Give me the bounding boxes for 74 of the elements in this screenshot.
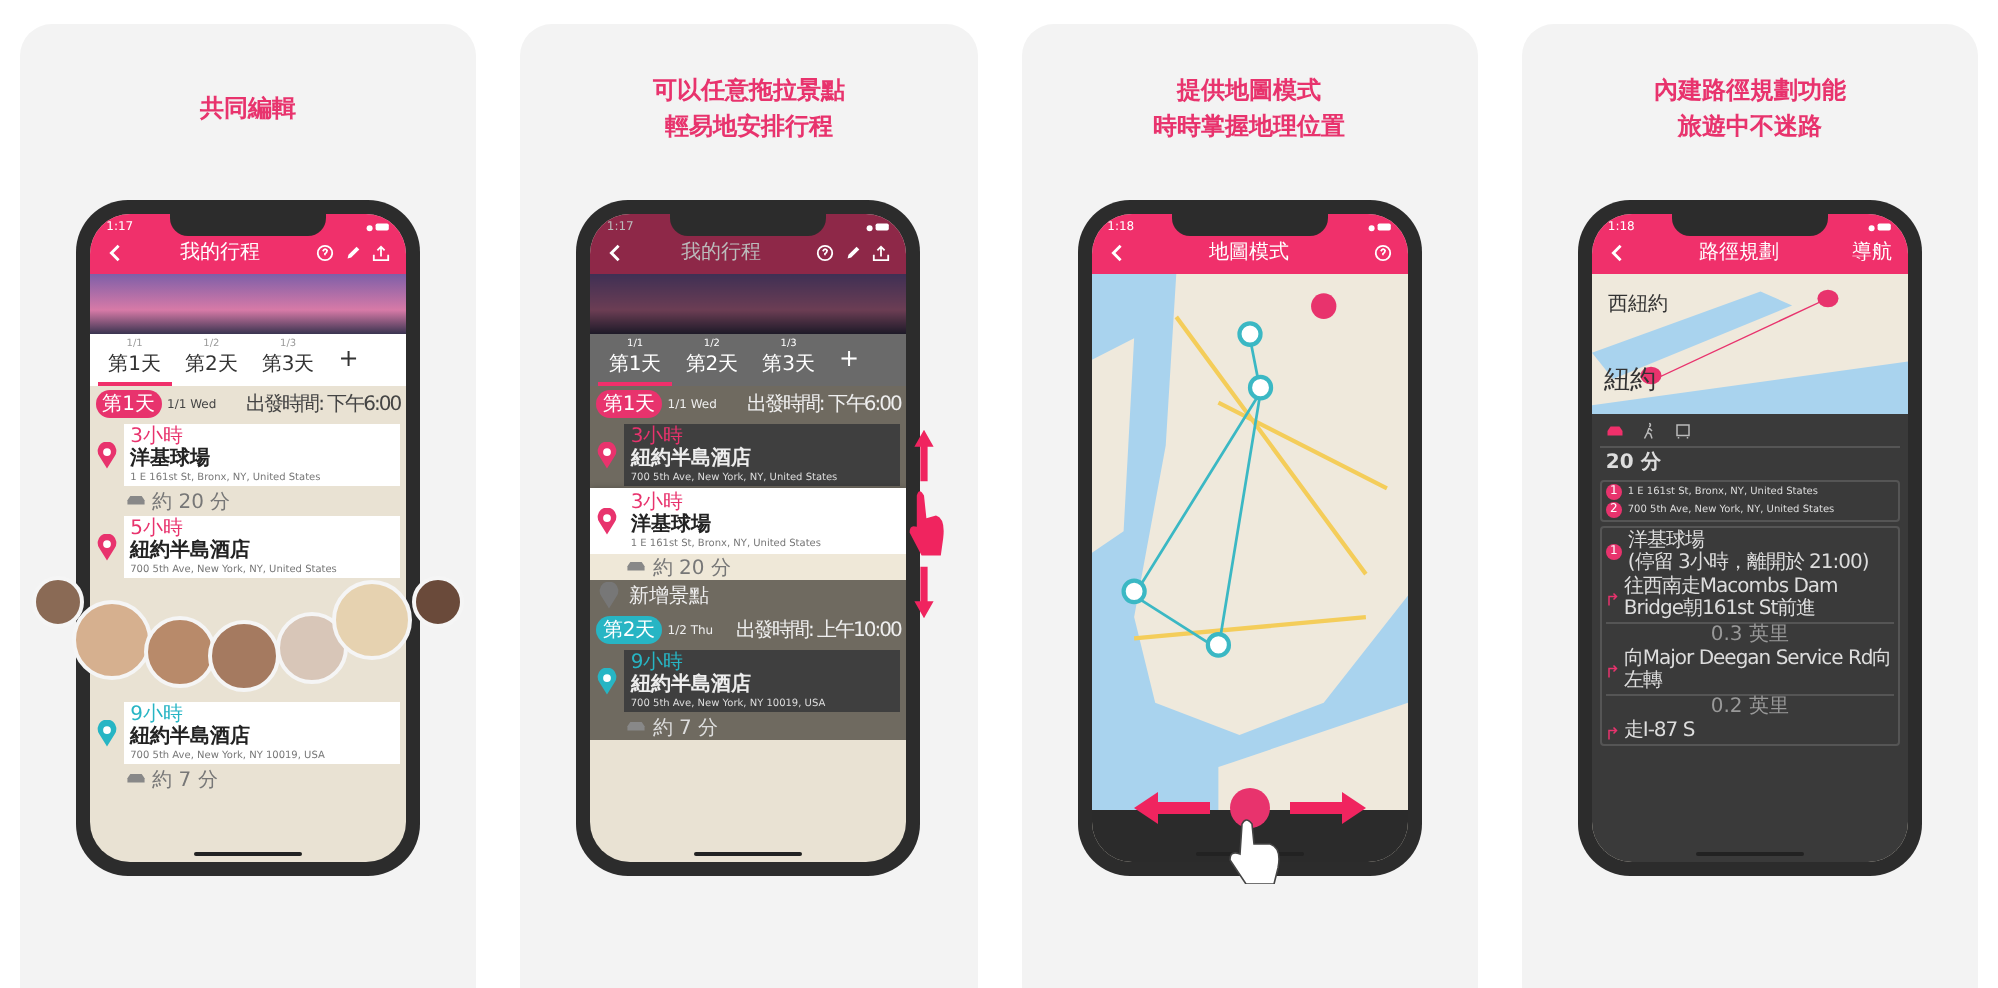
turn-arrow-icon <box>1605 590 1618 606</box>
day-badge: 第2天 <box>596 616 662 644</box>
home-indicator <box>194 852 303 856</box>
add-pin-icon <box>598 582 621 610</box>
step-distance: 0.2 英里 <box>1605 694 1894 718</box>
place-name: 紐約半島酒店 <box>630 674 753 698</box>
stay-note: (停留 3小時，離開於 21:00) <box>1627 552 1869 574</box>
home-indicator <box>694 852 803 856</box>
stay-duration: 9小時 <box>630 652 684 674</box>
travel-time: 約 7 分 <box>652 715 719 741</box>
add-day-button[interactable]: + <box>328 344 369 380</box>
stay-duration: 3小時 <box>130 426 183 448</box>
add-day-button[interactable]: + <box>829 344 870 380</box>
screen-title: 地圖模式 <box>1207 239 1292 266</box>
battery-icon <box>1867 222 1892 232</box>
car-icon <box>626 560 647 574</box>
walking-icon[interactable] <box>1639 422 1658 440</box>
day-badge: 第1天 <box>96 390 161 418</box>
departure-time: 出發時間: 下午6:00 <box>746 391 901 418</box>
caption: 旅遊中不迷路 <box>1677 110 1822 144</box>
stay-duration: 5小時 <box>130 518 183 540</box>
day-badge: 第1天 <box>596 390 662 418</box>
turn-arrow-icon <box>1605 723 1618 739</box>
place-name: 紐約半島酒店 <box>130 726 253 750</box>
caption: 內建路徑規劃功能 <box>1653 74 1846 108</box>
back-icon[interactable] <box>1107 243 1126 261</box>
car-icon <box>626 720 647 734</box>
departure-time: 出發時間: 上午10:00 <box>736 617 901 644</box>
help-icon[interactable] <box>316 243 335 261</box>
caption: 提供地圖模式 <box>1177 74 1322 108</box>
car-icon <box>126 772 147 786</box>
back-icon[interactable] <box>606 243 625 261</box>
travel-time: 約 20 分 <box>652 555 731 581</box>
stay-duration: 9小時 <box>130 704 183 726</box>
bus-icon[interactable] <box>1673 422 1692 440</box>
turn-arrow-icon <box>1605 662 1618 678</box>
help-icon[interactable] <box>816 243 835 261</box>
battery-icon <box>1367 222 1392 232</box>
screen-title: 我的行程 <box>678 239 763 266</box>
direction-step: 走I-87 S <box>1623 720 1695 742</box>
place-name: 紐約半島酒店 <box>630 448 753 472</box>
step-distance: 0.3 英里 <box>1605 622 1894 646</box>
back-icon[interactable] <box>106 243 125 261</box>
back-icon[interactable] <box>1607 243 1626 261</box>
stay-duration: 3小時 <box>630 426 684 448</box>
route-duration: 20 分 <box>1599 446 1900 476</box>
direction-step: 向Major Deegan Service Rd向左轉 <box>1623 648 1894 692</box>
departure-time: 出發時間: 下午6:00 <box>246 391 401 418</box>
place-name: 洋基球場 <box>1627 530 1705 552</box>
map-label: 西紐約 <box>1607 292 1668 318</box>
navigate-link[interactable]: 導航 <box>1851 238 1892 266</box>
map-label: 紐約 <box>1603 364 1656 398</box>
screen-title: 路徑規劃 <box>1696 239 1781 266</box>
pencil-icon[interactable] <box>344 243 363 261</box>
caption: 可以任意拖拉景點 <box>652 74 845 108</box>
share-icon[interactable] <box>372 243 391 261</box>
place-name: 洋基球場 <box>130 448 213 472</box>
share-icon[interactable] <box>872 243 891 261</box>
battery-icon <box>866 222 891 232</box>
caption: 共同編輯 <box>200 92 297 126</box>
place-name: 紐約半島酒店 <box>130 540 253 564</box>
screen-title: 我的行程 <box>178 239 263 266</box>
caption: 輕易地安排行程 <box>664 110 833 144</box>
car-icon <box>126 494 147 508</box>
place-name: 洋基球場 <box>630 514 713 538</box>
direction-step: 往西南走Macombs Dam Bridge朝161st St前進 <box>1623 576 1894 620</box>
pencil-icon[interactable] <box>844 243 863 261</box>
car-icon[interactable] <box>1605 422 1624 440</box>
battery-icon <box>366 222 391 232</box>
help-icon[interactable] <box>1373 243 1392 261</box>
travel-time: 約 7 分 <box>152 767 218 793</box>
travel-time: 約 20 分 <box>152 489 231 515</box>
stay-duration: 3小時 <box>630 492 684 514</box>
caption: 時時掌握地理位置 <box>1153 110 1346 144</box>
